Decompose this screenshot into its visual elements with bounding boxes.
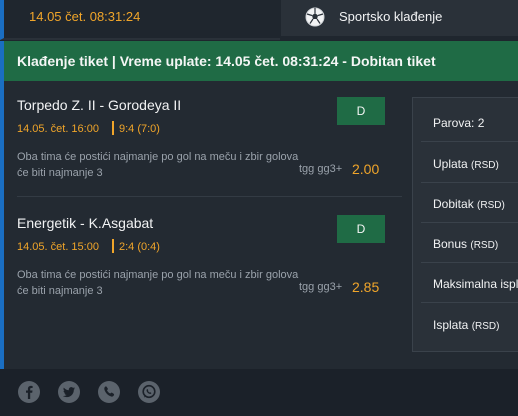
match-time: 14.05. čet. 16:00 [17,123,99,135]
payment-label: Uplata [433,157,468,171]
match-separator [112,239,114,253]
footer [0,369,518,416]
match-title: Torpedo Z. II - Gorodeya II [17,97,182,113]
summary-pairs: Parova: 2 [421,104,518,142]
facebook-icon[interactable] [17,380,41,404]
header-date: 14.05 čet. 08:31:24 [29,9,141,24]
twitter-icon[interactable] [57,380,81,404]
match-score: 2:4 (0:4) [119,241,160,253]
summary-win: Dobitak (RSD) [421,185,518,223]
match-separator [112,121,114,135]
ticket-summary-panel: Parova: 2 Uplata (RSD) Dobitak (RSD) Bon… [412,97,518,352]
whatsapp-icon[interactable] [137,380,161,404]
match-time: 14.05. čet. 15:00 [17,241,99,253]
ticket-banner: Klađenje tiket | Vreme uplate: 14.05 čet… [0,41,518,81]
match-odds: 2.00 [352,161,380,177]
status-badge: D [337,215,385,243]
sports-betting-tab[interactable]: Sportsko klađenje [281,0,518,36]
sports-betting-label: Sportsko klađenje [339,9,443,24]
payout-unit: (RSD) [471,321,500,332]
match-description: Oba tima će postići najmanje po gol na m… [17,151,299,179]
win-unit: (RSD) [477,200,505,211]
header-bar: 14.05 čet. 08:31:24 Sportsko klađenje [0,0,518,40]
soccer-ball-icon [305,7,325,27]
viber-icon[interactable] [97,380,121,404]
summary-payment: Uplata (RSD) [421,145,518,183]
max-payout-label: Maksimalna ispla [433,277,518,291]
match-title: Energetik - K.Asgabat [17,215,154,231]
payment-unit: (RSD) [471,160,499,171]
win-label: Dobitak [433,197,474,211]
match-description: Oba tima će postići najmanje po gol na m… [17,269,299,297]
header-date-panel: 14.05 čet. 08:31:24 [0,0,280,40]
match-divider [17,196,402,197]
bonus-unit: (RSD) [470,240,499,251]
payout-label: Isplata [433,318,469,332]
summary-bonus: Bonus (RSD) [421,225,518,263]
bonus-label: Bonus [433,237,468,251]
summary-max-payout: Maksimalna ispla [421,265,518,303]
match-score: 9:4 (7:0) [119,123,160,135]
status-badge: D [337,97,385,125]
match-market: tgg gg3+ [299,281,343,293]
pairs-label: Parova: 2 [433,116,485,130]
summary-payout: Isplata (RSD) [421,306,518,344]
ticket-banner-text: Klađenje tiket | Vreme uplate: 14.05 čet… [17,53,436,69]
match-market: tgg gg3+ [299,163,343,175]
match-odds: 2.85 [352,279,380,295]
